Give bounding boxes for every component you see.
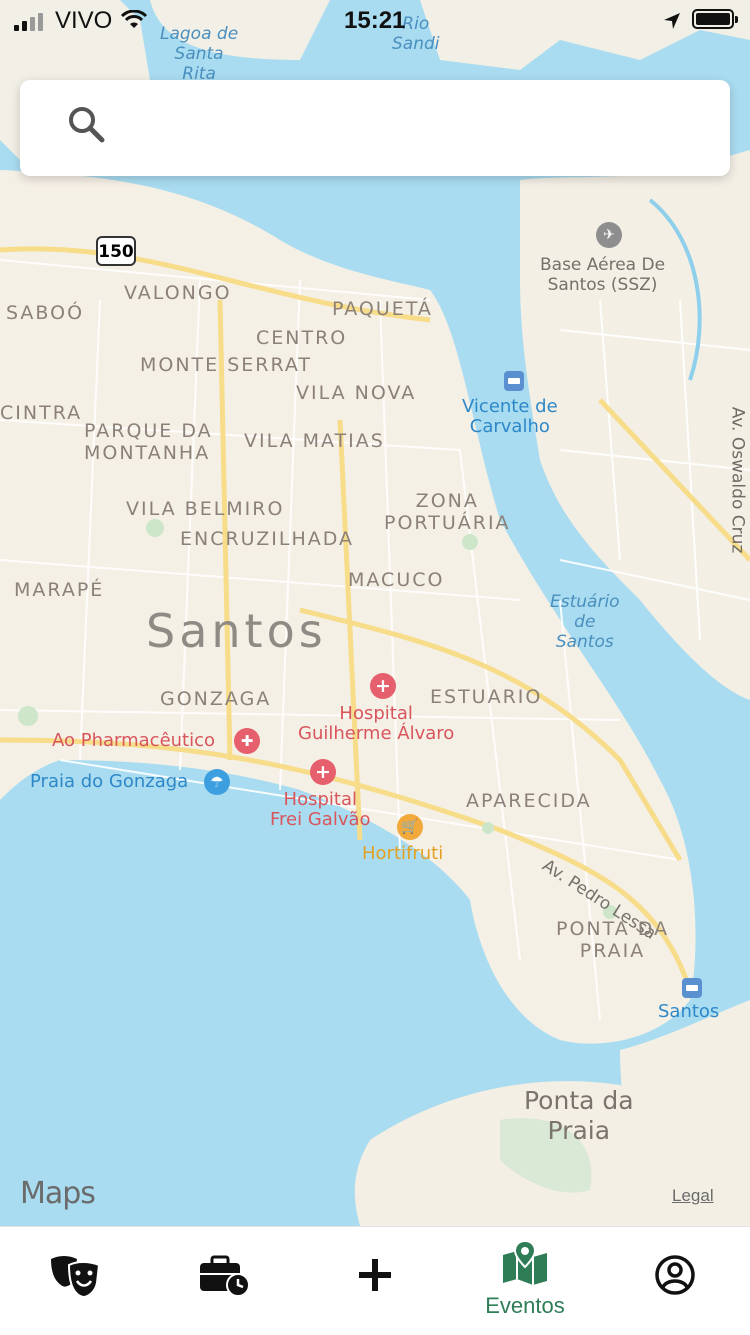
tab-add[interactable] xyxy=(300,1227,450,1335)
map-label-ferry[interactable]: Santos xyxy=(658,1002,719,1022)
carrier-name: VIVO xyxy=(55,7,113,34)
wifi-icon xyxy=(120,10,148,28)
district-label: PARQUE DA MONTANHA xyxy=(84,420,213,464)
city-label: Santos xyxy=(146,604,327,658)
tab-eventos[interactable]: Eventos xyxy=(450,1227,600,1335)
district-label: MONTE SERRAT xyxy=(140,354,313,376)
tab-label: Eventos xyxy=(485,1293,565,1318)
search-input[interactable] xyxy=(116,100,710,158)
district-label: VILA NOVA xyxy=(296,382,417,404)
map-pin-icon xyxy=(503,1241,547,1285)
district-label: MARAPÉ xyxy=(14,579,105,601)
map-label-estuario: Estuário de Santos xyxy=(550,592,620,652)
district-label: SABOÓ xyxy=(6,302,85,324)
airbase-icon[interactable]: ✈ xyxy=(596,222,622,248)
tab-theater[interactable] xyxy=(0,1227,150,1335)
district-label: CINTRA xyxy=(0,402,83,424)
district-label: MACUCO xyxy=(348,569,445,591)
district-label: ESTUARIO xyxy=(430,686,543,708)
battery-icon xyxy=(692,9,738,29)
map-label-beach[interactable]: Praia do Gonzaga xyxy=(30,772,188,792)
route-shield: 150 xyxy=(96,236,136,266)
pharmacy-icon[interactable]: ✚ xyxy=(234,728,260,754)
district-label: ZONA PORTUÁRIA xyxy=(384,490,511,534)
tab-profile[interactable] xyxy=(600,1227,750,1335)
ferry-icon[interactable] xyxy=(682,978,702,998)
district-label: VALONGO xyxy=(124,282,232,304)
market-icon[interactable]: 🛒 xyxy=(397,814,423,840)
map-label-ferry[interactable]: Vicente de Carvalho xyxy=(462,397,558,437)
status-bar: VIVO 15:21 xyxy=(0,0,750,40)
map-view[interactable]: Lagoa de Santa Rita Rio Sandi 150 ✈ Base Aé… xyxy=(0,0,750,1226)
location-arrow-icon xyxy=(664,13,680,29)
district-label: VILA MATIAS xyxy=(244,430,385,452)
plus-icon xyxy=(359,1259,391,1291)
briefcase-clock-icon xyxy=(200,1255,250,1297)
hospital-icon[interactable]: + xyxy=(310,759,336,785)
street-label: Av. Oswaldo Cruz xyxy=(727,406,748,554)
map-label-island: Ponta da Praia xyxy=(524,1086,634,1145)
theater-masks-icon xyxy=(51,1256,101,1297)
maps-logo: Maps xyxy=(20,1176,96,1211)
map-label-hospital[interactable]: Hospital Guilherme Álvaro xyxy=(298,704,454,744)
hospital-icon[interactable]: + xyxy=(370,673,396,699)
district-label: VILA BELMIRO xyxy=(126,498,285,520)
tab-bar: Eventos xyxy=(0,1226,750,1335)
search-icon xyxy=(69,107,105,143)
map-label-market[interactable]: Hortifruti xyxy=(362,844,443,864)
map-label-pharmacy[interactable]: Ao Pharmacêutico xyxy=(52,731,215,751)
beach-icon[interactable]: ☂ xyxy=(204,769,230,795)
map-label-airbase[interactable]: Base Aérea De Santos (SSZ) xyxy=(540,255,665,295)
legal-link[interactable]: Legal xyxy=(672,1186,714,1206)
clock: 15:21 xyxy=(344,7,406,34)
district-label: PONTA DA PRAIA xyxy=(556,918,670,962)
ferry-icon[interactable] xyxy=(504,371,524,391)
district-label: CENTRO xyxy=(256,327,348,349)
tab-jobs[interactable] xyxy=(150,1227,300,1335)
district-label: PAQUETÁ xyxy=(332,298,433,320)
map-label-hospital[interactable]: Hospital Frei Galvão xyxy=(270,790,371,830)
district-label: ENCRUZILHADA xyxy=(180,528,355,550)
user-circle-icon xyxy=(655,1255,695,1295)
district-label: GONZAGA xyxy=(160,688,272,710)
district-label: APARECIDA xyxy=(466,790,592,812)
map-canvas[interactable] xyxy=(0,0,750,1226)
search-bar[interactable] xyxy=(20,80,730,176)
